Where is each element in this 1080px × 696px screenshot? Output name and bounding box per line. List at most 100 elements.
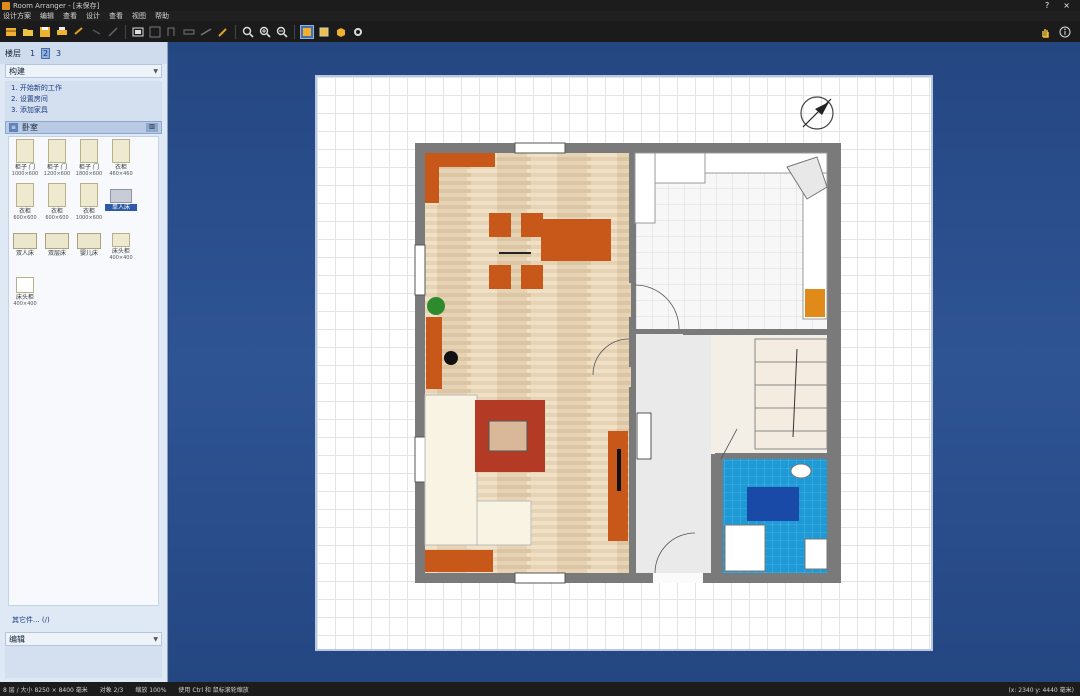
build-section-label: 构建 — [9, 66, 25, 76]
window[interactable] — [514, 572, 566, 584]
chevron-down-icon: ▼ — [153, 67, 158, 75]
catalog-item[interactable]: 双层床 — [41, 227, 73, 257]
toilet[interactable] — [790, 463, 812, 479]
floor-tab-3[interactable]: 3 — [54, 48, 63, 59]
chair[interactable] — [489, 213, 511, 237]
more-items-link[interactable]: 其它件... (/) — [12, 615, 50, 625]
catalog-item-selected[interactable]: 单人床 — [105, 183, 137, 211]
catalog-item[interactable]: 衣柜 1000×600 — [73, 183, 105, 221]
menu-item-layout[interactable]: 设计 — [86, 11, 100, 21]
door-icon[interactable] — [165, 25, 179, 39]
catalog-item[interactable]: 衣柜 600×600 — [9, 183, 41, 221]
step-link-furniture[interactable]: 3. 添加家具 — [11, 105, 156, 116]
catalog-item[interactable]: 床头柜 400×400 — [105, 227, 137, 261]
chevron-down-icon: ▼ — [153, 635, 158, 643]
info-icon[interactable] — [1058, 25, 1072, 39]
tv[interactable] — [617, 449, 621, 491]
status-bar: 8 层 / 大小 8250 × 8400 毫米 对象 2/3 缩放 100% 使… — [0, 682, 1080, 696]
left-panel: 楼层 1 2 3 构建 ▼ 1. 开始新的工作 2. 设置房间 3. 添加家具 … — [0, 42, 168, 682]
edit-section-header[interactable]: 编辑 ▼ — [5, 632, 162, 646]
zoom-in-icon[interactable] — [258, 25, 272, 39]
zoom-fit-icon[interactable] — [241, 25, 255, 39]
interior-wall — [683, 329, 831, 335]
shower[interactable] — [724, 524, 766, 572]
floor-tab-1[interactable]: 1 — [28, 48, 37, 59]
wardrobe-icon — [80, 183, 98, 207]
app-icon — [2, 1, 10, 10]
single-bed-icon — [110, 189, 132, 203]
line-icon[interactable] — [106, 25, 120, 39]
floor-selector: 楼层 1 2 3 — [0, 42, 167, 64]
pencil-icon[interactable] — [216, 25, 230, 39]
piano[interactable] — [426, 317, 442, 389]
category-header[interactable]: ≡ 卧室 ▥ — [5, 121, 162, 134]
menu-item-window[interactable]: 视图 — [132, 11, 146, 21]
close-button[interactable]: × — [1063, 1, 1070, 10]
3d-view-icon[interactable] — [300, 24, 314, 39]
sofa[interactable] — [424, 394, 478, 546]
menu-item-view[interactable]: 查看 — [63, 11, 77, 21]
undo-icon[interactable] — [72, 25, 86, 39]
window[interactable] — [414, 436, 426, 483]
catalog-item[interactable]: 柜子 门 1000×600 — [9, 139, 41, 177]
drawing-canvas[interactable] — [169, 42, 1080, 682]
help-button[interactable]: ? — [1045, 1, 1049, 10]
floor-tab-2[interactable]: 2 — [41, 47, 50, 59]
settings-icon[interactable] — [351, 25, 365, 39]
double-bed-icon — [13, 233, 37, 249]
save-icon[interactable] — [38, 25, 52, 39]
chair[interactable] — [521, 213, 543, 237]
chair[interactable] — [489, 265, 511, 289]
radiator[interactable] — [636, 412, 652, 460]
door-opening[interactable] — [653, 573, 703, 583]
object-view-icon[interactable] — [334, 25, 348, 39]
window[interactable] — [414, 244, 426, 296]
status-coords: (x: 2340 y: 4440 毫米) — [1008, 686, 1074, 694]
print-icon[interactable] — [55, 25, 69, 39]
zoom-out-icon[interactable] — [275, 25, 289, 39]
catalog-item[interactable]: 双人床 — [9, 227, 41, 257]
wall-icon[interactable] — [148, 25, 162, 39]
sink[interactable] — [804, 538, 828, 570]
piano-stool[interactable] — [444, 351, 458, 365]
menu-item-design[interactable]: 设计方案 — [3, 11, 31, 21]
staircase[interactable] — [754, 338, 828, 450]
floor-view-icon[interactable] — [317, 25, 331, 39]
floor-plan — [414, 96, 841, 584]
open-icon[interactable] — [21, 25, 35, 39]
kitchen-counter[interactable] — [425, 153, 439, 203]
sideboard[interactable] — [425, 550, 493, 572]
interior-wall — [827, 153, 833, 573]
catalog-item[interactable]: 衣柜 600×600 — [41, 183, 73, 221]
plant-icon[interactable] — [427, 297, 445, 315]
nightstand-icon — [112, 233, 130, 247]
catalog-item[interactable]: 床头柜 400×400 — [9, 271, 41, 307]
measure-icon[interactable] — [199, 25, 213, 39]
menu-item-edit[interactable]: 编辑 — [40, 11, 54, 21]
kitchen-cabinet[interactable] — [805, 289, 825, 317]
step-link-room[interactable]: 2. 设置房间 — [11, 94, 156, 105]
catalog-item[interactable]: 柜子 门 1800×600 — [73, 139, 105, 177]
chair[interactable] — [521, 265, 543, 289]
rect-icon[interactable] — [131, 25, 145, 39]
coffee-table[interactable] — [488, 420, 528, 452]
sofa[interactable] — [476, 500, 532, 546]
step-link-new[interactable]: 1. 开始新的工作 — [11, 83, 156, 94]
build-section-header[interactable]: 构建 ▼ — [5, 64, 162, 78]
view-toggle-button[interactable]: ▥ — [146, 123, 158, 132]
menu-item-help[interactable]: 帮助 — [155, 11, 169, 21]
interior-wall — [629, 153, 635, 283]
catalog-item[interactable]: 衣柜 460×460 — [105, 139, 137, 177]
window[interactable] — [514, 142, 566, 154]
catalog-item[interactable]: 柜子 门 1200×600 — [41, 139, 73, 177]
hand-icon[interactable] — [1038, 25, 1052, 39]
bathtub[interactable] — [747, 487, 799, 521]
catalog-item[interactable]: 婴儿床 — [73, 227, 105, 257]
kitchen-counter-white[interactable] — [634, 152, 656, 224]
floor-plan-sheet[interactable] — [315, 75, 933, 651]
dining-table[interactable] — [541, 219, 611, 261]
menu-item-show[interactable]: 查看 — [109, 11, 123, 21]
new-icon[interactable] — [4, 25, 18, 39]
redo-icon[interactable] — [89, 25, 103, 39]
window-icon[interactable] — [182, 25, 196, 39]
